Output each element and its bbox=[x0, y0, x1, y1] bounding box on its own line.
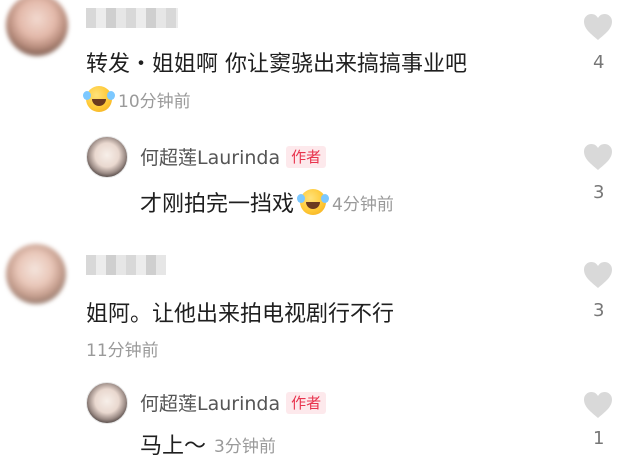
reply-header: 何超莲Laurinda 作者 bbox=[140, 389, 327, 416]
avatar[interactable] bbox=[6, 244, 66, 304]
comment-text: 转发・姐姐啊 你让窦骁出来搞搞事业吧 bbox=[86, 52, 467, 77]
username-blurred[interactable] bbox=[86, 255, 166, 275]
reply-time: 4分钟前 bbox=[332, 194, 394, 215]
username-blurred[interactable] bbox=[86, 8, 178, 28]
like-count: 3 bbox=[593, 300, 605, 321]
reply-header: 何超莲Laurinda 作者 bbox=[140, 143, 327, 170]
like-count: 1 bbox=[593, 428, 605, 449]
like-button[interactable] bbox=[582, 390, 614, 424]
avatar[interactable] bbox=[6, 0, 68, 56]
like-count: 3 bbox=[593, 182, 605, 203]
heart-icon bbox=[584, 392, 612, 418]
reply-time: 3分钟前 bbox=[214, 436, 276, 457]
reply-text: 才刚拍完一挡戏 bbox=[140, 192, 295, 217]
author-avatar[interactable] bbox=[86, 136, 128, 178]
heart-icon bbox=[584, 262, 612, 288]
laughing-tears-emoji-icon bbox=[83, 86, 112, 112]
like-count: 4 bbox=[593, 52, 605, 73]
reply-body: 才刚拍完一挡戏 4分钟前 bbox=[140, 186, 394, 218]
heart-icon bbox=[584, 14, 612, 40]
author-badge: 作者 bbox=[286, 145, 327, 168]
comment-meta: 10分钟前 bbox=[83, 84, 191, 114]
like-button[interactable] bbox=[582, 142, 614, 176]
like-button[interactable] bbox=[582, 12, 614, 46]
author-avatar[interactable] bbox=[86, 382, 128, 424]
reply-body: 马上～ 3分钟前 bbox=[140, 428, 276, 460]
heart-icon bbox=[584, 144, 612, 170]
comment-text: 姐阿。让他出来拍电视剧行不行 bbox=[86, 302, 395, 327]
like-button[interactable] bbox=[582, 260, 614, 294]
comment-time: 11分钟前 bbox=[86, 341, 159, 361]
reply-text: 马上～ bbox=[140, 434, 207, 459]
laughing-tears-emoji-icon bbox=[297, 189, 327, 215]
author-name[interactable]: 何超莲Laurinda bbox=[140, 389, 280, 416]
author-badge: 作者 bbox=[286, 391, 327, 414]
comment-time: 10分钟前 bbox=[118, 91, 191, 112]
author-name[interactable]: 何超莲Laurinda bbox=[140, 143, 280, 170]
